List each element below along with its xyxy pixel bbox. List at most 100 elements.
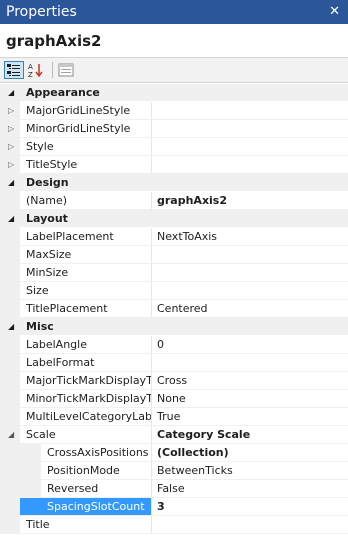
category-row[interactable]: ◢ Layout bbox=[0, 210, 348, 228]
property-row[interactable]: LabelPlacement NextToAxis bbox=[0, 228, 348, 246]
property-name[interactable]: LabelFormat bbox=[26, 354, 151, 372]
row-gutter bbox=[0, 408, 20, 426]
row-divider bbox=[20, 533, 348, 534]
property-row[interactable]: ▷ TitleStyle bbox=[0, 156, 348, 174]
category-label[interactable]: Design bbox=[26, 174, 226, 192]
property-value[interactable]: Category Scale bbox=[151, 426, 348, 444]
property-value[interactable]: Centered bbox=[151, 300, 348, 318]
category-row[interactable]: ◢ Misc bbox=[0, 318, 348, 336]
window-titlebar: Properties ✕ bbox=[0, 0, 348, 24]
property-row[interactable]: Size bbox=[0, 282, 348, 300]
category-row[interactable]: ◢ Appearance bbox=[0, 84, 348, 102]
property-value[interactable]: graphAxis2 bbox=[151, 192, 348, 210]
property-value[interactable]: 3 bbox=[151, 498, 348, 516]
collapse-icon[interactable]: ◢ bbox=[8, 429, 18, 441]
property-row[interactable]: ▷ MajorGridLineStyle bbox=[0, 102, 348, 120]
category-label[interactable]: Layout bbox=[26, 210, 226, 228]
collapse-icon[interactable]: ◢ bbox=[8, 321, 18, 333]
property-value[interactable]: True bbox=[151, 408, 348, 426]
row-gutter bbox=[0, 372, 20, 390]
property-name[interactable]: TitleStyle bbox=[26, 156, 151, 174]
property-row[interactable]: LabelFormat bbox=[0, 354, 348, 372]
property-name[interactable]: LabelPlacement bbox=[26, 228, 151, 246]
property-name[interactable]: LabelAngle bbox=[26, 336, 151, 354]
collapse-icon[interactable]: ◢ bbox=[8, 177, 18, 189]
category-label[interactable]: Appearance bbox=[26, 84, 226, 102]
row-gutter bbox=[0, 336, 20, 354]
property-row[interactable]: MinSize bbox=[0, 264, 348, 282]
svg-text:A: A bbox=[28, 63, 33, 71]
expand-icon[interactable]: ▷ bbox=[8, 123, 18, 135]
property-name[interactable]: Size bbox=[26, 282, 151, 300]
property-pages-button[interactable] bbox=[56, 61, 76, 79]
collapse-icon[interactable]: ◢ bbox=[8, 87, 18, 99]
property-row[interactable]: SpacingSlotCount 3 bbox=[0, 498, 348, 516]
property-name[interactable]: MinorTickMarkDisplayTy bbox=[26, 390, 151, 408]
property-value[interactable] bbox=[151, 264, 348, 282]
categorized-view-button[interactable] bbox=[4, 61, 24, 79]
property-value[interactable] bbox=[151, 102, 348, 120]
expand-icon[interactable]: ▷ bbox=[8, 105, 18, 117]
property-value[interactable]: False bbox=[151, 480, 348, 498]
property-row[interactable]: MajorTickMarkDisplayTy Cross bbox=[0, 372, 348, 390]
property-name[interactable]: TitlePlacement bbox=[26, 300, 151, 318]
property-name[interactable]: SpacingSlotCount bbox=[20, 498, 151, 516]
category-row[interactable]: ◢ Design bbox=[0, 174, 348, 192]
property-value[interactable]: (Collection) bbox=[151, 444, 348, 462]
category-label[interactable]: Misc bbox=[26, 318, 226, 336]
alphabetical-sort-icon: A Z bbox=[28, 63, 43, 79]
property-value[interactable] bbox=[151, 156, 348, 174]
property-name[interactable]: CrossAxisPositions bbox=[47, 444, 151, 462]
expand-icon[interactable]: ▷ bbox=[8, 159, 18, 171]
property-name[interactable]: MajorGridLineStyle bbox=[26, 102, 151, 120]
property-row[interactable]: ▷ Style bbox=[0, 138, 348, 156]
property-value[interactable]: None bbox=[151, 390, 348, 408]
property-row[interactable]: ◢ Scale Category Scale bbox=[0, 426, 348, 444]
property-row[interactable]: Reversed False bbox=[0, 480, 348, 498]
property-row[interactable]: ▷ MinorGridLineStyle bbox=[0, 120, 348, 138]
property-value[interactable] bbox=[151, 282, 348, 300]
property-row[interactable]: PositionMode BetweenTicks bbox=[0, 462, 348, 480]
alphabetical-sort-button[interactable]: A Z bbox=[26, 61, 46, 79]
property-name[interactable]: Style bbox=[26, 138, 151, 156]
collapse-icon[interactable]: ◢ bbox=[8, 213, 18, 225]
property-value[interactable]: BetweenTicks bbox=[151, 462, 348, 480]
property-name[interactable]: MajorTickMarkDisplayTy bbox=[26, 372, 151, 390]
property-value[interactable] bbox=[151, 354, 348, 372]
property-row[interactable]: Title bbox=[0, 516, 348, 534]
property-name[interactable]: MinorGridLineStyle bbox=[26, 120, 151, 138]
property-value[interactable]: NextToAxis bbox=[151, 228, 348, 246]
window-title: Properties bbox=[6, 4, 77, 20]
property-value[interactable] bbox=[151, 246, 348, 264]
property-row[interactable]: MinorTickMarkDisplayTy None bbox=[0, 390, 348, 408]
row-gutter bbox=[0, 444, 41, 462]
property-name[interactable]: Title bbox=[26, 516, 151, 534]
property-pages-icon bbox=[58, 63, 74, 77]
row-gutter bbox=[0, 480, 41, 498]
property-name[interactable]: (Name) bbox=[26, 192, 151, 210]
property-name[interactable]: MinSize bbox=[26, 264, 151, 282]
property-name[interactable]: MultiLevelCategoryLabel bbox=[26, 408, 151, 426]
close-icon[interactable]: ✕ bbox=[329, 3, 340, 21]
row-gutter bbox=[0, 390, 20, 408]
property-row[interactable]: CrossAxisPositions (Collection) bbox=[0, 444, 348, 462]
property-name[interactable]: Scale bbox=[26, 426, 151, 444]
categorized-view-icon bbox=[7, 64, 20, 76]
property-row[interactable]: (Name) graphAxis2 bbox=[0, 192, 348, 210]
property-value[interactable]: Cross bbox=[151, 372, 348, 390]
property-grid: ◢ Appearance ▷ MajorGridLineStyle ▷ MinorGrid… bbox=[0, 84, 348, 534]
property-name[interactable]: Reversed bbox=[47, 480, 151, 498]
property-value[interactable] bbox=[151, 138, 348, 156]
property-value[interactable]: 0 bbox=[151, 336, 348, 354]
property-value[interactable] bbox=[151, 516, 348, 534]
expand-icon[interactable]: ▷ bbox=[8, 141, 18, 153]
property-name[interactable]: MaxSize bbox=[26, 246, 151, 264]
property-value[interactable] bbox=[151, 120, 348, 138]
property-row[interactable]: LabelAngle 0 bbox=[0, 336, 348, 354]
property-row[interactable]: MultiLevelCategoryLabel True bbox=[0, 408, 348, 426]
property-row[interactable]: TitlePlacement Centered bbox=[0, 300, 348, 318]
property-row[interactable]: MaxSize bbox=[0, 246, 348, 264]
property-name[interactable]: PositionMode bbox=[47, 462, 151, 480]
row-gutter bbox=[0, 246, 20, 264]
properties-toolbar: A Z bbox=[0, 57, 348, 83]
